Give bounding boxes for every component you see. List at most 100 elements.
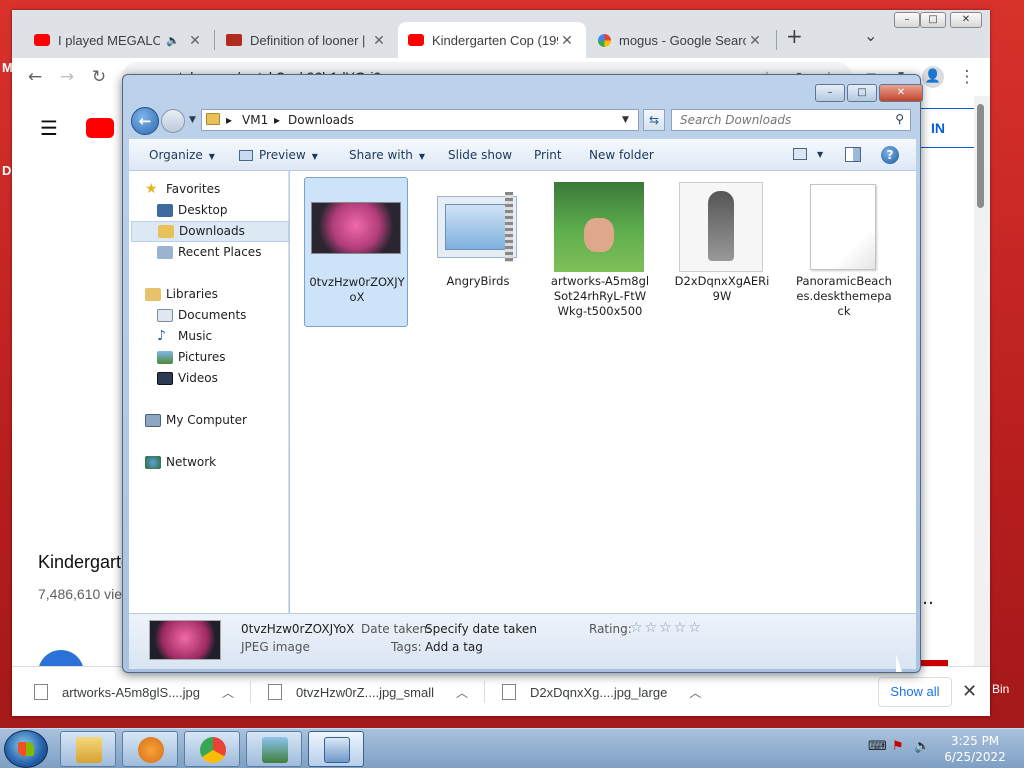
tab-kindergarten-cop[interactable]: Kindergarten Cop (199 ✕ (398, 22, 586, 58)
system-clock[interactable]: 3:25 PM 6/25/2022 (940, 733, 1010, 765)
date-taken-field[interactable]: Specify date taken (425, 622, 537, 636)
downloads-folder-icon (158, 225, 174, 238)
preview-pane-icon[interactable] (845, 147, 861, 162)
nav-label: Downloads (179, 224, 245, 238)
nav-network[interactable]: Network (145, 452, 303, 473)
maximize-button[interactable]: □ (847, 84, 877, 102)
tab-looner[interactable]: Definition of looner | N ✕ (216, 22, 398, 58)
taskbar-explorer[interactable] (60, 731, 116, 767)
nav-label: Favorites (166, 182, 221, 196)
new-folder-button[interactable]: New folder (589, 139, 654, 171)
download-item[interactable]: artworks-A5m8glS....jpg ︿ (34, 677, 234, 707)
nav-favorites[interactable]: ★ Favorites (145, 179, 303, 200)
tags-field[interactable]: Add a tag (425, 640, 483, 654)
file-item-artworks[interactable]: artworks-A5m8glSot24rhRyL-FtWWkg-t500x50… (548, 177, 652, 327)
close-shelf-icon[interactable]: ✕ (962, 681, 977, 702)
chevron-up-icon[interactable]: ︿ (456, 684, 468, 701)
download-item[interactable]: 0tvzHzw0rZ....jpg_small ︿ (268, 677, 468, 707)
youtube-logo-icon[interactable] (86, 118, 114, 138)
address-dropdown-icon[interactable]: ▼ (622, 110, 629, 130)
forward-arrow-icon[interactable]: → (56, 66, 78, 88)
view-options-dropdown-icon[interactable]: ▼ (817, 139, 823, 171)
network-icon (145, 456, 161, 469)
tab-close-icon[interactable]: ✕ (558, 32, 576, 49)
minimize-button[interactable]: – (894, 12, 920, 28)
reload-icon[interactable]: ↻ (88, 66, 110, 88)
recent-pages-dropdown-icon[interactable]: ▼ (189, 115, 196, 125)
tab-close-icon[interactable]: ✕ (186, 32, 204, 49)
taskbar-media-player[interactable] (122, 731, 178, 767)
search-icon[interactable]: ⚲ (895, 112, 904, 126)
print-button[interactable]: Print (534, 139, 562, 171)
hamburger-menu-icon[interactable]: ☰ (40, 116, 58, 140)
breadcrumb-separator-icon[interactable]: ▸ (274, 110, 280, 130)
profile-avatar-icon[interactable]: 👤 (922, 66, 944, 88)
scrollbar-thumb[interactable] (977, 104, 984, 208)
tab-label: mogus - Google Search (619, 32, 746, 48)
tab-close-icon[interactable]: ✕ (370, 32, 388, 49)
taskbar-control-panel[interactable] (308, 731, 364, 767)
documents-icon (157, 309, 173, 322)
help-icon[interactable]: ? (881, 146, 899, 164)
new-tab-button[interactable]: + (786, 24, 803, 48)
tab-megalovania[interactable]: I played MEGALOVANIA 🔈 ✕ (24, 22, 214, 58)
breadcrumb-vm1[interactable]: VM1 (242, 110, 268, 130)
network-tray-icon[interactable]: ⌨ (868, 739, 887, 754)
nav-downloads[interactable]: Downloads (131, 221, 289, 242)
organize-menu[interactable]: Organize ▼ (149, 139, 215, 171)
slide-show-button[interactable]: Slide show (448, 139, 512, 171)
image-preview (679, 182, 763, 272)
rating-stars[interactable]: ☆☆☆☆☆ (630, 620, 703, 636)
mouse-cursor-icon (896, 654, 902, 672)
tab-close-icon[interactable]: ✕ (746, 32, 764, 49)
refresh-button[interactable]: ⇆ (643, 109, 665, 131)
chevron-down-icon: ▼ (418, 152, 426, 161)
address-bar[interactable]: ▸ VM1 ▸ Downloads ▼ (201, 109, 639, 131)
breadcrumb-downloads[interactable]: Downloads (288, 110, 354, 130)
search-box[interactable]: ⚲ (671, 109, 911, 131)
forward-button[interactable] (161, 109, 185, 133)
speaker-icon[interactable]: 🔈 (166, 34, 180, 47)
selected-file-thumbnail (149, 620, 221, 660)
start-button[interactable] (4, 730, 48, 768)
date-taken-label: Date taken: (361, 622, 432, 636)
back-button[interactable]: ← (131, 107, 159, 135)
taskbar-chrome[interactable] (184, 731, 240, 767)
file-item-angrybirds[interactable]: AngryBirds (426, 177, 530, 327)
menu-kebab-icon[interactable]: ⋮ (956, 66, 978, 88)
flag-tray-icon[interactable]: ⚑ (892, 739, 904, 754)
preview-icon (239, 150, 253, 161)
taskbar-photo-viewer[interactable] (246, 731, 302, 767)
minimize-button[interactable]: – (815, 84, 845, 102)
breadcrumb-separator-icon[interactable]: ▸ (226, 110, 232, 130)
back-arrow-icon[interactable]: ← (24, 66, 46, 88)
file-item-d2xdqnxxgaeri9w[interactable]: D2xDqnxXgAERi9W (670, 177, 774, 327)
file-name: artworks-A5m8glSot24rhRyL-FtWWkg-t500x50… (550, 274, 650, 318)
tab-search-icon[interactable]: ⌄ (864, 26, 877, 45)
tab-mogus-search[interactable]: mogus - Google Search ✕ (588, 22, 774, 58)
chevron-up-icon[interactable]: ︿ (689, 684, 701, 701)
image-thumbnail (310, 182, 402, 274)
show-all-button[interactable]: Show all (878, 677, 952, 707)
maximize-button[interactable]: □ (920, 12, 946, 28)
file-item-panoramicbeaches[interactable]: PanoramicBeaches.deskthemepack (792, 177, 896, 327)
nav-libraries[interactable]: Libraries (145, 284, 303, 305)
close-button[interactable]: ✕ (879, 84, 923, 102)
download-filename: 0tvzHzw0rZ....jpg_small (296, 684, 434, 700)
change-view-icon[interactable] (793, 148, 807, 160)
dictionary-favicon-icon (226, 34, 242, 46)
desktop-edge-label: D (2, 163, 12, 178)
organize-label: Organize (149, 148, 203, 162)
share-with-label: Share with (349, 148, 413, 162)
file-item-0tvzhzw0rzoxjyox[interactable]: 0tvzHzw0rZOXJYoX (304, 177, 408, 327)
close-button[interactable]: ✕ (950, 12, 982, 28)
recycle-bin-label[interactable]: Bin (992, 682, 1009, 696)
search-input[interactable] (672, 110, 882, 130)
preview-menu[interactable]: Preview ▼ (239, 139, 318, 171)
google-favicon-icon (598, 33, 611, 47)
download-item[interactable]: D2xDqnxXg....jpg_large ︿ (502, 677, 701, 707)
volume-tray-icon[interactable]: 🔈 (914, 739, 930, 754)
share-with-menu[interactable]: Share with ▼ (349, 139, 425, 171)
chevron-up-icon[interactable]: ︿ (222, 684, 234, 701)
nav-my-computer[interactable]: My Computer (145, 410, 303, 431)
